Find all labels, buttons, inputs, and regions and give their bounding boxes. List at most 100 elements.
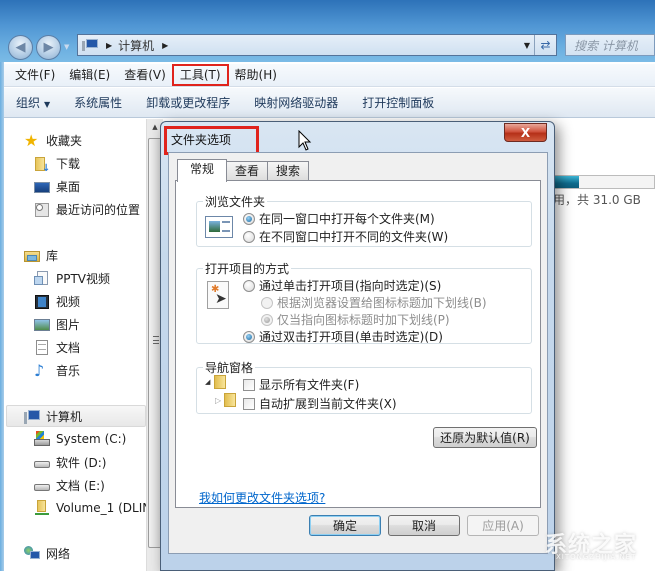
help-link[interactable]: 我如何更改文件夹选项?: [199, 489, 325, 506]
browse-folders-group: 浏览文件夹 在同一窗口中打开每个文件夹(M) 在不同窗口中打开不同的文件夹(W): [196, 193, 532, 247]
star-icon: ★: [24, 130, 39, 150]
single-click-cursor-icon: ✱ ➤: [207, 281, 229, 309]
dialog-client: 常规 查看 搜索 浏览文件夹 在同一窗口中打开每个文件夹(M) 在不同窗口中打开…: [168, 152, 548, 554]
sidebar-item-label: 视频: [56, 295, 81, 309]
sidebar-item-recent-places[interactable]: 最近访问的位置: [34, 201, 140, 218]
sidebar-favorites[interactable]: ★ 收藏夹: [24, 132, 82, 149]
open-new-window-radio[interactable]: 在不同窗口中打开不同的文件夹(W): [243, 228, 448, 245]
hard-drive-icon: [34, 478, 50, 494]
sidebar-item-label: 音乐: [56, 364, 81, 378]
hard-drive-icon: [34, 455, 50, 471]
close-button[interactable]: X: [504, 123, 547, 142]
sidebar-item-drive-e[interactable]: 文档 (E:): [34, 477, 105, 494]
sidebar-item-label: 下载: [56, 157, 81, 171]
tab-general[interactable]: 常规: [177, 159, 228, 182]
show-all-folders-checkbox[interactable]: 显示所有文件夹(F): [243, 376, 359, 393]
sidebar-item-pictures[interactable]: 图片: [34, 316, 80, 333]
collapsed-folder-icon: ▷: [215, 396, 222, 405]
grip-icon: [153, 336, 159, 344]
command-bar: 组织 ▼ 系统属性 卸载或更改程序 映射网络驱动器 打开控制面板: [0, 88, 655, 118]
auto-expand-checkbox[interactable]: 自动扩展到当前文件夹(X): [243, 395, 397, 412]
single-click-radio[interactable]: 通过单击打开项目(指向时选定)(S): [243, 277, 441, 294]
folder-options-dialog: 文件夹选项 X 常规 查看 搜索 浏览文件夹 在同一窗口中打开每个文件夹(M): [160, 121, 555, 571]
address-dropdown-icon[interactable]: ▼: [524, 41, 530, 50]
sidebar-item-label: PPTV视频: [56, 272, 111, 286]
tab-view[interactable]: 查看: [226, 161, 269, 181]
breadcrumb-chevron-icon[interactable]: ▶: [162, 41, 168, 50]
sidebar-libraries-label: 库: [46, 249, 59, 263]
menu-view[interactable]: 查看(V): [117, 65, 173, 85]
folder-icon: [224, 393, 236, 407]
option-label: 通过双击打开项目(单击时选定)(D): [259, 330, 443, 344]
sidebar-item-desktop[interactable]: 桌面: [34, 178, 80, 195]
browse-folders-icon: [205, 216, 233, 238]
breadcrumb-computer[interactable]: 计算机: [118, 37, 154, 54]
sidebar-item-drive-d[interactable]: 软件 (D:): [34, 454, 106, 471]
option-label: 根据浏览器设置给图标标题加下划线(B): [277, 296, 487, 310]
system-drive-icon: [34, 431, 50, 447]
close-icon: X: [520, 125, 531, 140]
sidebar-item-downloads[interactable]: ↓ 下载: [34, 155, 81, 174]
menu-help[interactable]: 帮助(H): [228, 65, 284, 85]
navigation-pane-group: 导航窗格 ◢ ▷ 显示所有文件夹(F) 自动扩展到当前文件夹(X): [196, 359, 532, 414]
sidebar-item-videos[interactable]: 视频: [34, 293, 80, 310]
system-properties-button[interactable]: 系统属性: [74, 94, 122, 111]
radio-unselected-icon: [243, 230, 255, 243]
downloads-folder-icon: ↓: [34, 156, 50, 174]
folder-icon: [214, 375, 226, 389]
forward-button[interactable]: ▶: [36, 35, 61, 60]
menu-edit[interactable]: 编辑(E): [62, 65, 117, 85]
expanded-folder-icon: ◢: [205, 378, 211, 386]
breadcrumb-chevron-icon[interactable]: ▶: [106, 41, 112, 50]
uninstall-program-button[interactable]: 卸载或更改程序: [146, 94, 230, 111]
navigation-pane-title: 导航窗格: [203, 359, 256, 376]
sidebar-item-music[interactable]: ♪ 音乐: [34, 362, 80, 379]
click-items-group: 打开项目的方式 ✱ ➤ 通过单击打开项目(指向时选定)(S) 根据浏览器设置给图…: [196, 260, 532, 345]
option-label: 自动扩展到当前文件夹(X): [259, 397, 397, 411]
sidebar-computer-label: 计算机: [46, 410, 83, 424]
network-icon: [24, 545, 40, 562]
network-drive-icon: [34, 500, 50, 516]
restore-defaults-button[interactable]: 还原为默认值(R): [433, 427, 537, 448]
checkbox-icon: [243, 378, 255, 391]
organize-button[interactable]: 组织 ▼: [16, 94, 50, 111]
sidebar-network[interactable]: 网络: [24, 545, 70, 562]
sidebar-item-pptv-video[interactable]: PPTV视频: [34, 270, 110, 287]
back-button[interactable]: ◀: [8, 35, 33, 60]
sidebar-item-label: 图片: [56, 318, 81, 332]
address-bar[interactable]: ▶ 计算机 ▶ ▼ ⇄: [77, 34, 557, 56]
drive-usage-bar: [553, 175, 655, 189]
picture-icon: [34, 317, 50, 333]
recent-pages-dropdown[interactable]: ▼: [64, 43, 69, 51]
map-network-drive-button[interactable]: 映射网络驱动器: [254, 94, 338, 111]
option-label: 在同一窗口中打开每个文件夹(M): [259, 212, 435, 226]
open-same-window-radio[interactable]: 在同一窗口中打开每个文件夹(M): [243, 210, 435, 227]
watermark-url: XITONGZHIJIA.NET: [556, 553, 637, 561]
open-control-panel-button[interactable]: 打开控制面板: [362, 94, 434, 111]
mouse-cursor-icon: [298, 130, 312, 151]
document-icon: [34, 339, 50, 356]
double-click-radio[interactable]: 通过双击打开项目(单击时选定)(D): [243, 328, 443, 345]
refresh-icon: ⇄: [540, 38, 551, 52]
tab-strip: 常规 查看 搜索: [177, 159, 310, 182]
sidebar-computer[interactable]: 计算机: [24, 408, 82, 425]
sidebar-item-documents[interactable]: 文档: [34, 339, 80, 356]
menu-file[interactable]: 文件(F): [8, 65, 62, 85]
apply-button[interactable]: 应用(A): [467, 515, 539, 536]
tab-search[interactable]: 搜索: [267, 161, 310, 181]
dialog-title: 文件夹选项: [171, 133, 232, 147]
general-tab-panel: 浏览文件夹 在同一窗口中打开每个文件夹(M) 在不同窗口中打开不同的文件夹(W)…: [175, 180, 541, 508]
sidebar-item-network-volume[interactable]: Volume_1 (DLIN: [34, 500, 146, 516]
sidebar-item-drive-c[interactable]: System (C:): [34, 431, 126, 447]
menu-tools[interactable]: 工具(T): [171, 64, 229, 86]
refresh-button[interactable]: ⇄: [534, 35, 556, 55]
option-label: 显示所有文件夹(F): [259, 378, 360, 392]
ok-button[interactable]: 确定: [309, 515, 381, 536]
radio-selected-icon: [243, 212, 255, 225]
sidebar-item-label: Volume_1 (DLIN: [56, 501, 146, 515]
sidebar-libraries[interactable]: 库: [24, 247, 58, 264]
underline-point-radio[interactable]: 仅当指向图标标题时加下划线(P): [261, 311, 450, 328]
search-input[interactable]: 搜索 计算机: [565, 34, 655, 56]
cancel-button[interactable]: 取消: [388, 515, 460, 536]
underline-browser-radio[interactable]: 根据浏览器设置给图标标题加下划线(B): [261, 294, 487, 311]
